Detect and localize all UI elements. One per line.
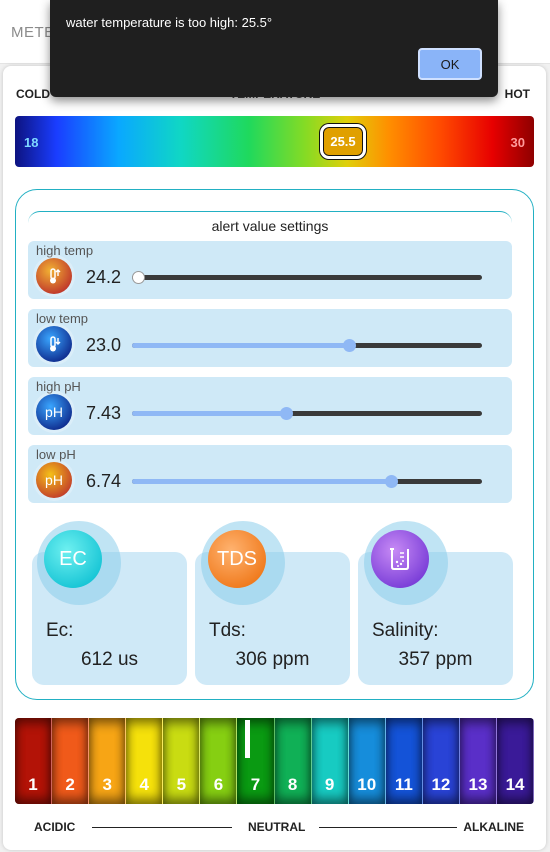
setting-low-ph: low pH pH 6.74 xyxy=(28,445,512,503)
ph-cell-label: 11 xyxy=(394,775,413,794)
high-temp-slider[interactable] xyxy=(132,271,482,284)
legend-divider xyxy=(92,827,232,828)
setting-value: 24.2 xyxy=(86,267,122,287)
setting-value: 7.43 xyxy=(86,403,122,423)
setting-high-ph: high pH pH 7.43 xyxy=(28,377,512,435)
metric-name: Tds: xyxy=(209,620,246,641)
dialog-message: water temperature is too high: 25.5° xyxy=(66,15,273,30)
ph-icon: pH xyxy=(36,394,72,430)
ph-cell-label: 4 xyxy=(139,775,149,794)
ph-cell-14: 14 xyxy=(497,718,534,804)
setting-label: high temp xyxy=(36,243,94,258)
slider-thumb[interactable] xyxy=(132,271,145,284)
high-ph-slider[interactable] xyxy=(132,407,482,420)
setting-low-temp: low temp 23.0 xyxy=(28,309,512,367)
setting-high-temp: high temp 24.2 xyxy=(28,241,512,299)
ph-cell-7: 7 xyxy=(237,718,275,804)
ph-cell-4: 4 xyxy=(126,718,164,804)
tab-meter[interactable]: METE xyxy=(11,24,55,41)
thermometer-down-icon xyxy=(36,326,72,362)
setting-value: 6.74 xyxy=(86,471,122,491)
ph-cell-2: 2 xyxy=(52,718,90,804)
ph-cell-3: 3 xyxy=(89,718,127,804)
ph-current-marker xyxy=(245,720,250,758)
ph-cell-label: 9 xyxy=(324,775,335,794)
ph-cell-8: 8 xyxy=(274,718,312,804)
temperature-min: 18 xyxy=(24,135,39,150)
thermometer-up-icon xyxy=(36,258,72,294)
setting-label: low temp xyxy=(36,311,89,326)
alert-settings-title: alert value settings xyxy=(211,218,329,234)
slider-thumb[interactable] xyxy=(385,475,398,488)
ph-acidic-label: ACIDIC xyxy=(34,820,76,834)
ph-cell-label: 14 xyxy=(505,775,525,794)
temperature-current-marker: 25.5 xyxy=(320,124,366,159)
slider-thumb[interactable] xyxy=(280,407,293,420)
ph-neutral-label: NEUTRAL xyxy=(248,820,306,834)
ph-cell-13: 13 xyxy=(459,718,498,804)
ph-alkaline-label: ALKALINE xyxy=(463,820,524,834)
ph-cell-label: 5 xyxy=(176,775,187,794)
slider-fill xyxy=(132,411,286,416)
hot-label: HOT xyxy=(504,87,530,101)
alert-dialog: water temperature is too high: 25.5° OK xyxy=(50,0,498,97)
temperature-gradient-bar xyxy=(15,116,534,167)
metric-value: 306 ppm xyxy=(235,649,310,670)
ph-cell-label: 12 xyxy=(431,775,451,794)
low-ph-slider[interactable] xyxy=(132,475,482,488)
legend-divider xyxy=(319,827,457,828)
ph-cell-5: 5 xyxy=(163,718,201,804)
metric-name: Salinity: xyxy=(372,620,439,641)
ph-cell-11: 11 xyxy=(385,718,423,804)
temperature-max: 30 xyxy=(510,135,525,150)
ph-cell-label: 13 xyxy=(468,775,488,794)
setting-label: low pH xyxy=(36,447,76,462)
metric-value: 612 us xyxy=(80,649,139,670)
slider-fill xyxy=(132,343,349,348)
ph-cell-label: 3 xyxy=(102,775,112,794)
ph-cell-1: 1 xyxy=(15,718,53,804)
ph-cell-label: 1 xyxy=(28,775,38,794)
ph-cell-label: 10 xyxy=(357,775,377,794)
low-temp-slider[interactable] xyxy=(132,339,482,352)
ph-cell-10: 10 xyxy=(348,718,386,804)
beaker-icon xyxy=(371,530,429,588)
ph-scale: 1 2 3 4 5 6 7 8 9 10 11 12 13 14 xyxy=(15,718,534,804)
metric-name: Ec: xyxy=(46,620,74,641)
metric-value: 357 ppm xyxy=(398,649,473,670)
ok-button[interactable]: OK xyxy=(418,48,482,80)
slider-fill xyxy=(132,479,391,484)
ph-cell-label: 2 xyxy=(65,775,75,794)
setting-label: high pH xyxy=(36,379,81,394)
tds-badge: TDS xyxy=(208,530,266,588)
setting-value: 23.0 xyxy=(86,335,122,355)
ph-icon: pH xyxy=(36,462,72,498)
ec-badge: EC xyxy=(44,530,102,588)
ph-cell-label: 7 xyxy=(250,775,261,794)
ph-cell-label: 6 xyxy=(213,775,224,794)
ph-cell-label: 8 xyxy=(287,775,298,794)
ph-cell-6: 6 xyxy=(200,718,238,804)
slider-thumb[interactable] xyxy=(343,339,356,352)
ph-cell-9: 9 xyxy=(311,718,349,804)
ph-cell-12: 12 xyxy=(422,718,460,804)
